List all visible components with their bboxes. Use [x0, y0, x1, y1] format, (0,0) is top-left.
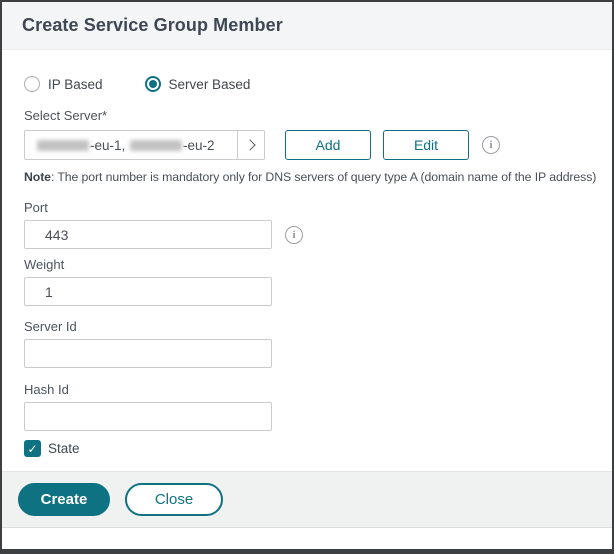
- open-selector-button[interactable]: [237, 131, 264, 159]
- add-button[interactable]: Add: [285, 130, 371, 160]
- redacted-server-name-1: [37, 140, 89, 151]
- note-text: : The port number is mandatory only for …: [51, 170, 596, 184]
- close-button[interactable]: Close: [125, 483, 223, 516]
- radio-ip-based-label: IP Based: [48, 77, 103, 92]
- weight-row: [24, 277, 612, 306]
- radio-checked-icon[interactable]: [145, 76, 161, 92]
- radio-server-based-label: Server Based: [169, 77, 251, 92]
- create-service-group-member-dialog: Create Service Group Member IP Based Ser…: [0, 0, 614, 554]
- state-label: State: [48, 441, 80, 456]
- radio-server-based[interactable]: Server Based: [145, 76, 251, 92]
- dialog-header: Create Service Group Member: [2, 2, 612, 50]
- dialog-footer: Create Close: [2, 471, 612, 528]
- port-input[interactable]: [24, 220, 272, 249]
- hash-id-label: Hash Id: [24, 382, 612, 397]
- server-id-input[interactable]: [24, 339, 272, 368]
- state-checkbox[interactable]: ✓: [24, 440, 41, 457]
- dialog-body: IP Based Server Based Select Server* -eu…: [2, 50, 612, 457]
- radio-unchecked-icon[interactable]: [24, 76, 40, 92]
- port-row: i: [24, 220, 612, 249]
- server-id-label: Server Id: [24, 319, 612, 334]
- bottom-spacer: [2, 528, 612, 549]
- port-label: Port: [24, 200, 612, 215]
- edit-button[interactable]: Edit: [383, 130, 469, 160]
- weight-input[interactable]: [24, 277, 272, 306]
- hash-id-row: [24, 402, 612, 431]
- weight-label: Weight: [24, 257, 612, 272]
- server-id-row: [24, 339, 612, 368]
- hash-id-input[interactable]: [24, 402, 272, 431]
- member-type-radio-group: IP Based Server Based: [24, 75, 612, 93]
- select-server-field[interactable]: -eu-1, -eu-2: [24, 130, 265, 160]
- port-note: Note: The port number is mandatory only …: [24, 170, 612, 184]
- note-prefix: Note: [24, 170, 51, 184]
- select-server-value[interactable]: -eu-1, -eu-2: [25, 131, 237, 159]
- info-icon[interactable]: i: [482, 136, 500, 154]
- dialog-title: Create Service Group Member: [22, 15, 283, 36]
- server-name-suffix-1: -eu-1,: [90, 138, 125, 153]
- chevron-right-icon: [244, 139, 255, 150]
- server-name-suffix-2: -eu-2: [183, 138, 215, 153]
- create-button[interactable]: Create: [18, 483, 110, 516]
- radio-ip-based[interactable]: IP Based: [24, 76, 103, 92]
- info-icon[interactable]: i: [285, 226, 303, 244]
- state-row: ✓ State: [24, 440, 612, 457]
- check-icon: ✓: [27, 443, 37, 455]
- select-server-row: -eu-1, -eu-2 Add Edit i: [24, 130, 612, 160]
- bottom-border-bar: [2, 549, 612, 552]
- redacted-server-name-2: [130, 140, 182, 151]
- select-server-label: Select Server*: [24, 108, 612, 123]
